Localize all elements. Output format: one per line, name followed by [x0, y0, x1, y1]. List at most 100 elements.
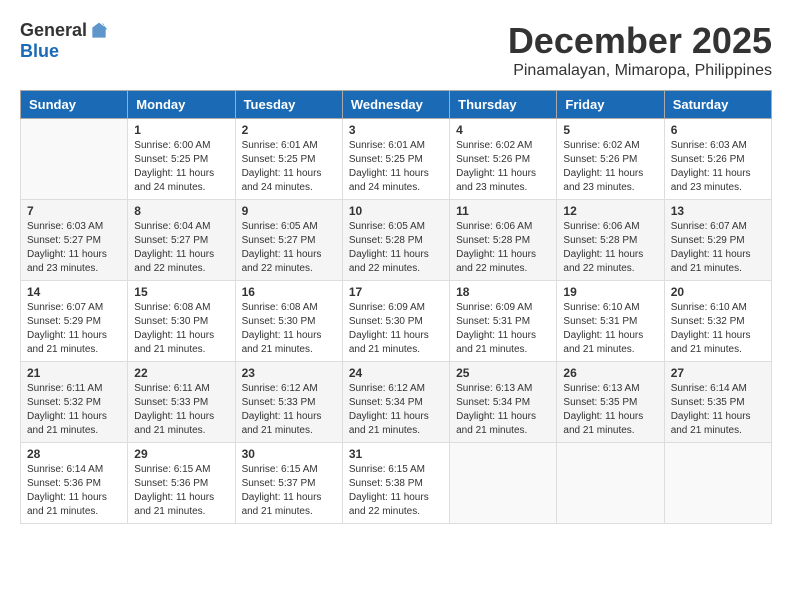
day-info: Sunrise: 6:02 AMSunset: 5:26 PMDaylight:…: [456, 139, 550, 195]
day-info: Sunrise: 6:08 AMSunset: 5:30 PMDaylight:…: [134, 301, 228, 357]
day-info: Sunrise: 6:15 AMSunset: 5:36 PMDaylight:…: [134, 463, 228, 519]
calendar-header-monday: Monday: [128, 91, 235, 119]
calendar-cell: 11 Sunrise: 6:06 AMSunset: 5:28 PMDayligh…: [450, 200, 557, 281]
day-number: 28: [27, 447, 121, 461]
day-info: Sunrise: 6:05 AMSunset: 5:27 PMDaylight:…: [242, 220, 336, 276]
calendar-cell: 21Sunrise: 6:11 AMSunset: 5:32 PMDayligh…: [21, 362, 128, 443]
calendar-cell: 30 Sunrise: 6:15 AMSunset: 5:37 PMDayligh…: [235, 443, 342, 524]
calendar-header-thursday: Thursday: [450, 91, 557, 119]
day-number: 29: [134, 447, 228, 461]
calendar-cell: [557, 443, 664, 524]
day-info: Sunrise: 6:06 AMSunset: 5:28 PMDaylight:…: [456, 220, 550, 276]
day-info: Sunrise: 6:13 AMSunset: 5:35 PMDaylight:…: [563, 382, 657, 438]
day-number: 27: [671, 366, 765, 380]
day-number: 9: [242, 204, 336, 218]
calendar-cell: 29 Sunrise: 6:15 AMSunset: 5:36 PMDayligh…: [128, 443, 235, 524]
day-info: Sunrise: 6:10 AMSunset: 5:31 PMDaylight:…: [563, 301, 657, 357]
day-info: Sunrise: 6:11 AMSunset: 5:33 PMDaylight:…: [134, 382, 228, 438]
calendar-cell: 25Sunrise: 6:13 AMSunset: 5:34 PMDayligh…: [450, 362, 557, 443]
day-number: 6: [671, 123, 765, 137]
calendar-cell: 28Sunrise: 6:14 AMSunset: 5:36 PMDayligh…: [21, 443, 128, 524]
day-number: 24: [349, 366, 443, 380]
day-number: 19: [563, 285, 657, 299]
day-number: 2: [242, 123, 336, 137]
day-number: 30: [242, 447, 336, 461]
day-number: 26: [563, 366, 657, 380]
day-number: 10: [349, 204, 443, 218]
calendar-header-tuesday: Tuesday: [235, 91, 342, 119]
calendar-cell: 2 Sunrise: 6:01 AMSunset: 5:25 PMDaylight…: [235, 119, 342, 200]
day-number: 8: [134, 204, 228, 218]
calendar-cell: 14Sunrise: 6:07 AMSunset: 5:29 PMDayligh…: [21, 281, 128, 362]
day-info: Sunrise: 6:06 AMSunset: 5:28 PMDaylight:…: [563, 220, 657, 276]
day-number: 18: [456, 285, 550, 299]
day-info: Sunrise: 6:15 AMSunset: 5:38 PMDaylight:…: [349, 463, 443, 519]
day-number: 13: [671, 204, 765, 218]
day-info: Sunrise: 6:13 AMSunset: 5:34 PMDaylight:…: [456, 382, 550, 438]
month-year-title: December 2025: [508, 20, 772, 62]
calendar-cell: 24 Sunrise: 6:12 AMSunset: 5:34 PMDayligh…: [342, 362, 449, 443]
calendar-cell: 23 Sunrise: 6:12 AMSunset: 5:33 PMDayligh…: [235, 362, 342, 443]
calendar-header-sunday: Sunday: [21, 91, 128, 119]
day-number: 22: [134, 366, 228, 380]
calendar-cell: 3 Sunrise: 6:01 AMSunset: 5:25 PMDaylight…: [342, 119, 449, 200]
calendar-cell: 6 Sunrise: 6:03 AMSunset: 5:26 PMDaylight…: [664, 119, 771, 200]
calendar-cell: 7 Sunrise: 6:03 AMSunset: 5:27 PMDaylight…: [21, 200, 128, 281]
day-info: Sunrise: 6:00 AMSunset: 5:25 PMDaylight:…: [134, 139, 228, 195]
calendar-cell: 26 Sunrise: 6:13 AMSunset: 5:35 PMDayligh…: [557, 362, 664, 443]
day-number: 7: [27, 204, 121, 218]
calendar-week-row: 7 Sunrise: 6:03 AMSunset: 5:27 PMDaylight…: [21, 200, 772, 281]
day-number: 3: [349, 123, 443, 137]
day-number: 23: [242, 366, 336, 380]
day-number: 11: [456, 204, 550, 218]
day-number: 17: [349, 285, 443, 299]
calendar-cell: [664, 443, 771, 524]
day-info: Sunrise: 6:08 AMSunset: 5:30 PMDaylight:…: [242, 301, 336, 357]
day-info: Sunrise: 6:15 AMSunset: 5:37 PMDaylight:…: [242, 463, 336, 519]
calendar-cell: 4 Sunrise: 6:02 AMSunset: 5:26 PMDaylight…: [450, 119, 557, 200]
day-info: Sunrise: 6:09 AMSunset: 5:31 PMDaylight:…: [456, 301, 550, 357]
day-number: 20: [671, 285, 765, 299]
day-number: 1: [134, 123, 228, 137]
day-info: Sunrise: 6:01 AMSunset: 5:25 PMDaylight:…: [349, 139, 443, 195]
day-info: Sunrise: 6:10 AMSunset: 5:32 PMDaylight:…: [671, 301, 765, 357]
day-number: 12: [563, 204, 657, 218]
day-number: 4: [456, 123, 550, 137]
calendar-cell: 13Sunrise: 6:07 AMSunset: 5:29 PMDayligh…: [664, 200, 771, 281]
calendar-cell: 31 Sunrise: 6:15 AMSunset: 5:38 PMDayligh…: [342, 443, 449, 524]
calendar-header-friday: Friday: [557, 91, 664, 119]
logo: General Blue: [20, 20, 109, 62]
logo-blue-text: Blue: [20, 41, 59, 62]
day-info: Sunrise: 6:12 AMSunset: 5:33 PMDaylight:…: [242, 382, 336, 438]
calendar-cell: 17 Sunrise: 6:09 AMSunset: 5:30 PMDayligh…: [342, 281, 449, 362]
day-info: Sunrise: 6:03 AMSunset: 5:26 PMDaylight:…: [671, 139, 765, 195]
title-area: December 2025 Pinamalayan, Mimaropa, Phi…: [508, 20, 772, 80]
calendar-header-saturday: Saturday: [664, 91, 771, 119]
calendar-cell: 15 Sunrise: 6:08 AMSunset: 5:30 PMDayligh…: [128, 281, 235, 362]
calendar-cell: 9 Sunrise: 6:05 AMSunset: 5:27 PMDaylight…: [235, 200, 342, 281]
day-number: 16: [242, 285, 336, 299]
calendar-cell: 5Sunrise: 6:02 AMSunset: 5:26 PMDaylight…: [557, 119, 664, 200]
location-subtitle: Pinamalayan, Mimaropa, Philippines: [508, 62, 772, 80]
day-info: Sunrise: 6:01 AMSunset: 5:25 PMDaylight:…: [242, 139, 336, 195]
calendar-cell: 22 Sunrise: 6:11 AMSunset: 5:33 PMDayligh…: [128, 362, 235, 443]
day-number: 15: [134, 285, 228, 299]
logo-icon: [89, 21, 109, 41]
calendar-header-wednesday: Wednesday: [342, 91, 449, 119]
day-info: Sunrise: 6:11 AMSunset: 5:32 PMDaylight:…: [27, 382, 121, 438]
calendar-cell: 1 Sunrise: 6:00 AMSunset: 5:25 PMDaylight…: [128, 119, 235, 200]
calendar-cell: 18 Sunrise: 6:09 AMSunset: 5:31 PMDayligh…: [450, 281, 557, 362]
day-info: Sunrise: 6:12 AMSunset: 5:34 PMDaylight:…: [349, 382, 443, 438]
day-info: Sunrise: 6:09 AMSunset: 5:30 PMDaylight:…: [349, 301, 443, 357]
day-number: 5: [563, 123, 657, 137]
page-header: General Blue December 2025 Pinamalayan, …: [20, 20, 772, 80]
calendar-table: SundayMondayTuesdayWednesdayThursdayFrid…: [20, 90, 772, 524]
day-info: Sunrise: 6:03 AMSunset: 5:27 PMDaylight:…: [27, 220, 121, 276]
day-number: 31: [349, 447, 443, 461]
calendar-cell: [450, 443, 557, 524]
calendar-cell: 20 Sunrise: 6:10 AMSunset: 5:32 PMDayligh…: [664, 281, 771, 362]
calendar-cell: 10Sunrise: 6:05 AMSunset: 5:28 PMDayligh…: [342, 200, 449, 281]
calendar-cell: [21, 119, 128, 200]
calendar-week-row: 1 Sunrise: 6:00 AMSunset: 5:25 PMDaylight…: [21, 119, 772, 200]
calendar-header-row: SundayMondayTuesdayWednesdayThursdayFrid…: [21, 91, 772, 119]
